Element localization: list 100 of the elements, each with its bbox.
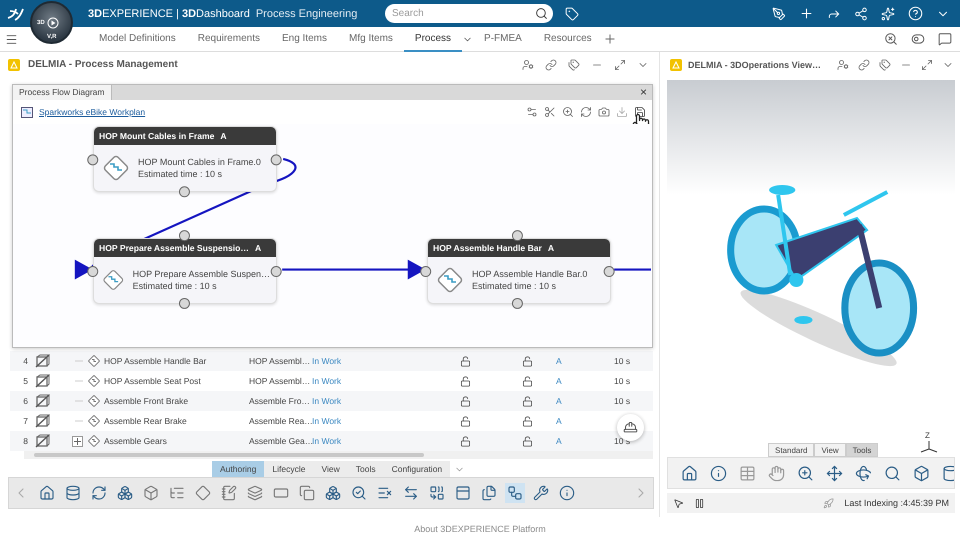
unlock-icon[interactable] [460, 356, 471, 366]
tab[interactable]: Eng Items [270, 26, 338, 52]
unlock-icon[interactable] [522, 416, 533, 426]
horizontal-scrollbar[interactable] [24, 451, 653, 459]
layers-icon [247, 485, 263, 501]
connection-port[interactable] [178, 230, 190, 242]
settings-icon[interactable] [526, 106, 538, 118]
toolbar-button[interactable] [297, 483, 317, 503]
unlock-icon[interactable] [522, 356, 533, 366]
connection-port[interactable] [270, 266, 282, 278]
workplan-link[interactable]: Sparkworks eBike Workplan [39, 107, 146, 117]
scissors-icon[interactable] [544, 106, 556, 118]
state-link[interactable]: In Work [312, 416, 452, 426]
footer-link[interactable]: About 3DEXPERIENCE Platform [414, 524, 546, 534]
network-icon[interactable] [854, 6, 868, 20]
pointer-icon[interactable] [673, 498, 684, 508]
rocket-icon[interactable] [823, 498, 834, 508]
tab[interactable]: Mfg Items [338, 26, 404, 52]
camera-icon[interactable] [598, 106, 610, 118]
help-icon[interactable] [908, 6, 923, 21]
toggle-icon[interactable] [911, 32, 925, 46]
process-node[interactable]: HOP Assemble Handle Bar A HOP Assemble Handle Bar.0 Estimated time : 10 s [427, 238, 611, 304]
toolbar-button[interactable] [557, 483, 577, 503]
connection-port[interactable] [178, 186, 190, 198]
unlock-icon[interactable] [522, 396, 533, 406]
table-row[interactable]: 4 HOP Assemble Handle Bar HOP Assembl… In Work A 10 s [10, 351, 653, 371]
process-node[interactable]: HOP Prepare Assemble Suspensio… A HOP Prepare Assemble Suspen… Estimated time : 10 s [93, 238, 277, 304]
toolbar-tab[interactable]: Lifecycle [264, 461, 314, 477]
viewer-tab[interactable]: Tools [846, 443, 878, 457]
unlock-icon[interactable] [522, 436, 533, 446]
connection-port[interactable] [512, 298, 523, 309]
add-icon[interactable] [799, 6, 814, 21]
tab[interactable]: Model Definitions [88, 26, 187, 52]
workplan-icon [21, 106, 33, 118]
revision-link[interactable]: A [556, 396, 614, 406]
connection-port[interactable] [420, 266, 432, 278]
unlock-icon[interactable] [460, 416, 471, 426]
tab[interactable]: Resources [532, 26, 603, 52]
toolbar-button[interactable] [323, 483, 343, 503]
logo-icon[interactable] [6, 6, 26, 22]
add-tab-icon[interactable] [602, 32, 617, 46]
viewer-tab[interactable]: Standard [768, 443, 814, 457]
sparkle-icon[interactable] [881, 6, 895, 20]
close-button[interactable]: × [634, 85, 652, 100]
user-icon[interactable] [837, 58, 849, 70]
revision-link[interactable]: A [556, 436, 614, 446]
toolbar-button[interactable] [531, 483, 551, 503]
tag-icon[interactable] [565, 6, 579, 20]
node-title: HOP Mount Cables in Frame [99, 131, 214, 141]
maximize-icon[interactable] [921, 58, 933, 70]
estimated-time: Estimated time : 10 s [472, 281, 558, 291]
connection-port[interactable] [604, 266, 615, 278]
state-link[interactable]: In Work [312, 436, 452, 446]
process-node[interactable]: HOP Mount Cables in Frame A HOP Mount Cables in Frame.0 Estimated time : 10 s [93, 126, 277, 192]
revision-link[interactable]: A [556, 356, 614, 366]
state-link[interactable]: In Work [312, 396, 452, 406]
revision-link[interactable]: A [556, 416, 614, 426]
search-field[interactable]: Search [385, 4, 553, 23]
state-link[interactable]: In Work [312, 356, 452, 366]
toolbar-tab[interactable]: Tools [348, 461, 384, 477]
pen-icon[interactable] [772, 6, 786, 20]
user-icon[interactable] [522, 58, 534, 70]
connection-port[interactable] [512, 230, 523, 242]
zoom-icon[interactable] [562, 106, 574, 118]
unlock-icon[interactable] [460, 396, 471, 406]
table-row[interactable]: 6 Assemble Front Brake Assemble Fro… In Work A 10 s [10, 391, 653, 411]
search-icon[interactable] [535, 7, 548, 20]
toolbar-tab[interactable]: Configuration [384, 461, 450, 477]
tags-icon[interactable] [879, 58, 891, 70]
state-link[interactable]: In Work [312, 376, 452, 386]
workflow-icon [507, 485, 523, 501]
toolbar-button[interactable] [219, 483, 239, 503]
viewer-tab[interactable]: View [814, 443, 846, 457]
pause-icon[interactable] [694, 498, 705, 508]
expand-button[interactable] [72, 436, 83, 446]
tab[interactable]: P-FMEA [473, 26, 533, 52]
save-icon[interactable] [634, 106, 646, 118]
connection-port[interactable] [87, 266, 98, 278]
unlock-icon[interactable] [460, 376, 471, 386]
revision-link[interactable]: A [556, 376, 614, 386]
unlock-icon[interactable] [460, 436, 471, 446]
connection-port[interactable] [270, 154, 282, 166]
toolbar-tab[interactable]: View [313, 461, 348, 477]
tags-icon[interactable] [568, 58, 580, 70]
toolbar-button[interactable] [193, 483, 213, 503]
toolbar-button[interactable] [115, 483, 135, 503]
toolbar-tab[interactable]: Authoring [212, 461, 264, 477]
tab[interactable]: Requirements [186, 26, 271, 52]
unlock-icon[interactable] [522, 376, 533, 386]
maximize-icon[interactable] [614, 58, 626, 70]
link-icon[interactable] [545, 58, 557, 70]
menu-icon[interactable] [5, 32, 18, 46]
toolbar-button[interactable] [245, 483, 265, 503]
toolbar-button[interactable] [505, 483, 525, 503]
tab[interactable]: Process [404, 26, 462, 52]
link-icon[interactable] [858, 58, 870, 70]
chat-icon[interactable] [938, 32, 952, 46]
search-icon[interactable] [884, 32, 898, 46]
refresh-icon[interactable] [580, 106, 592, 118]
connection-port[interactable] [87, 154, 98, 166]
